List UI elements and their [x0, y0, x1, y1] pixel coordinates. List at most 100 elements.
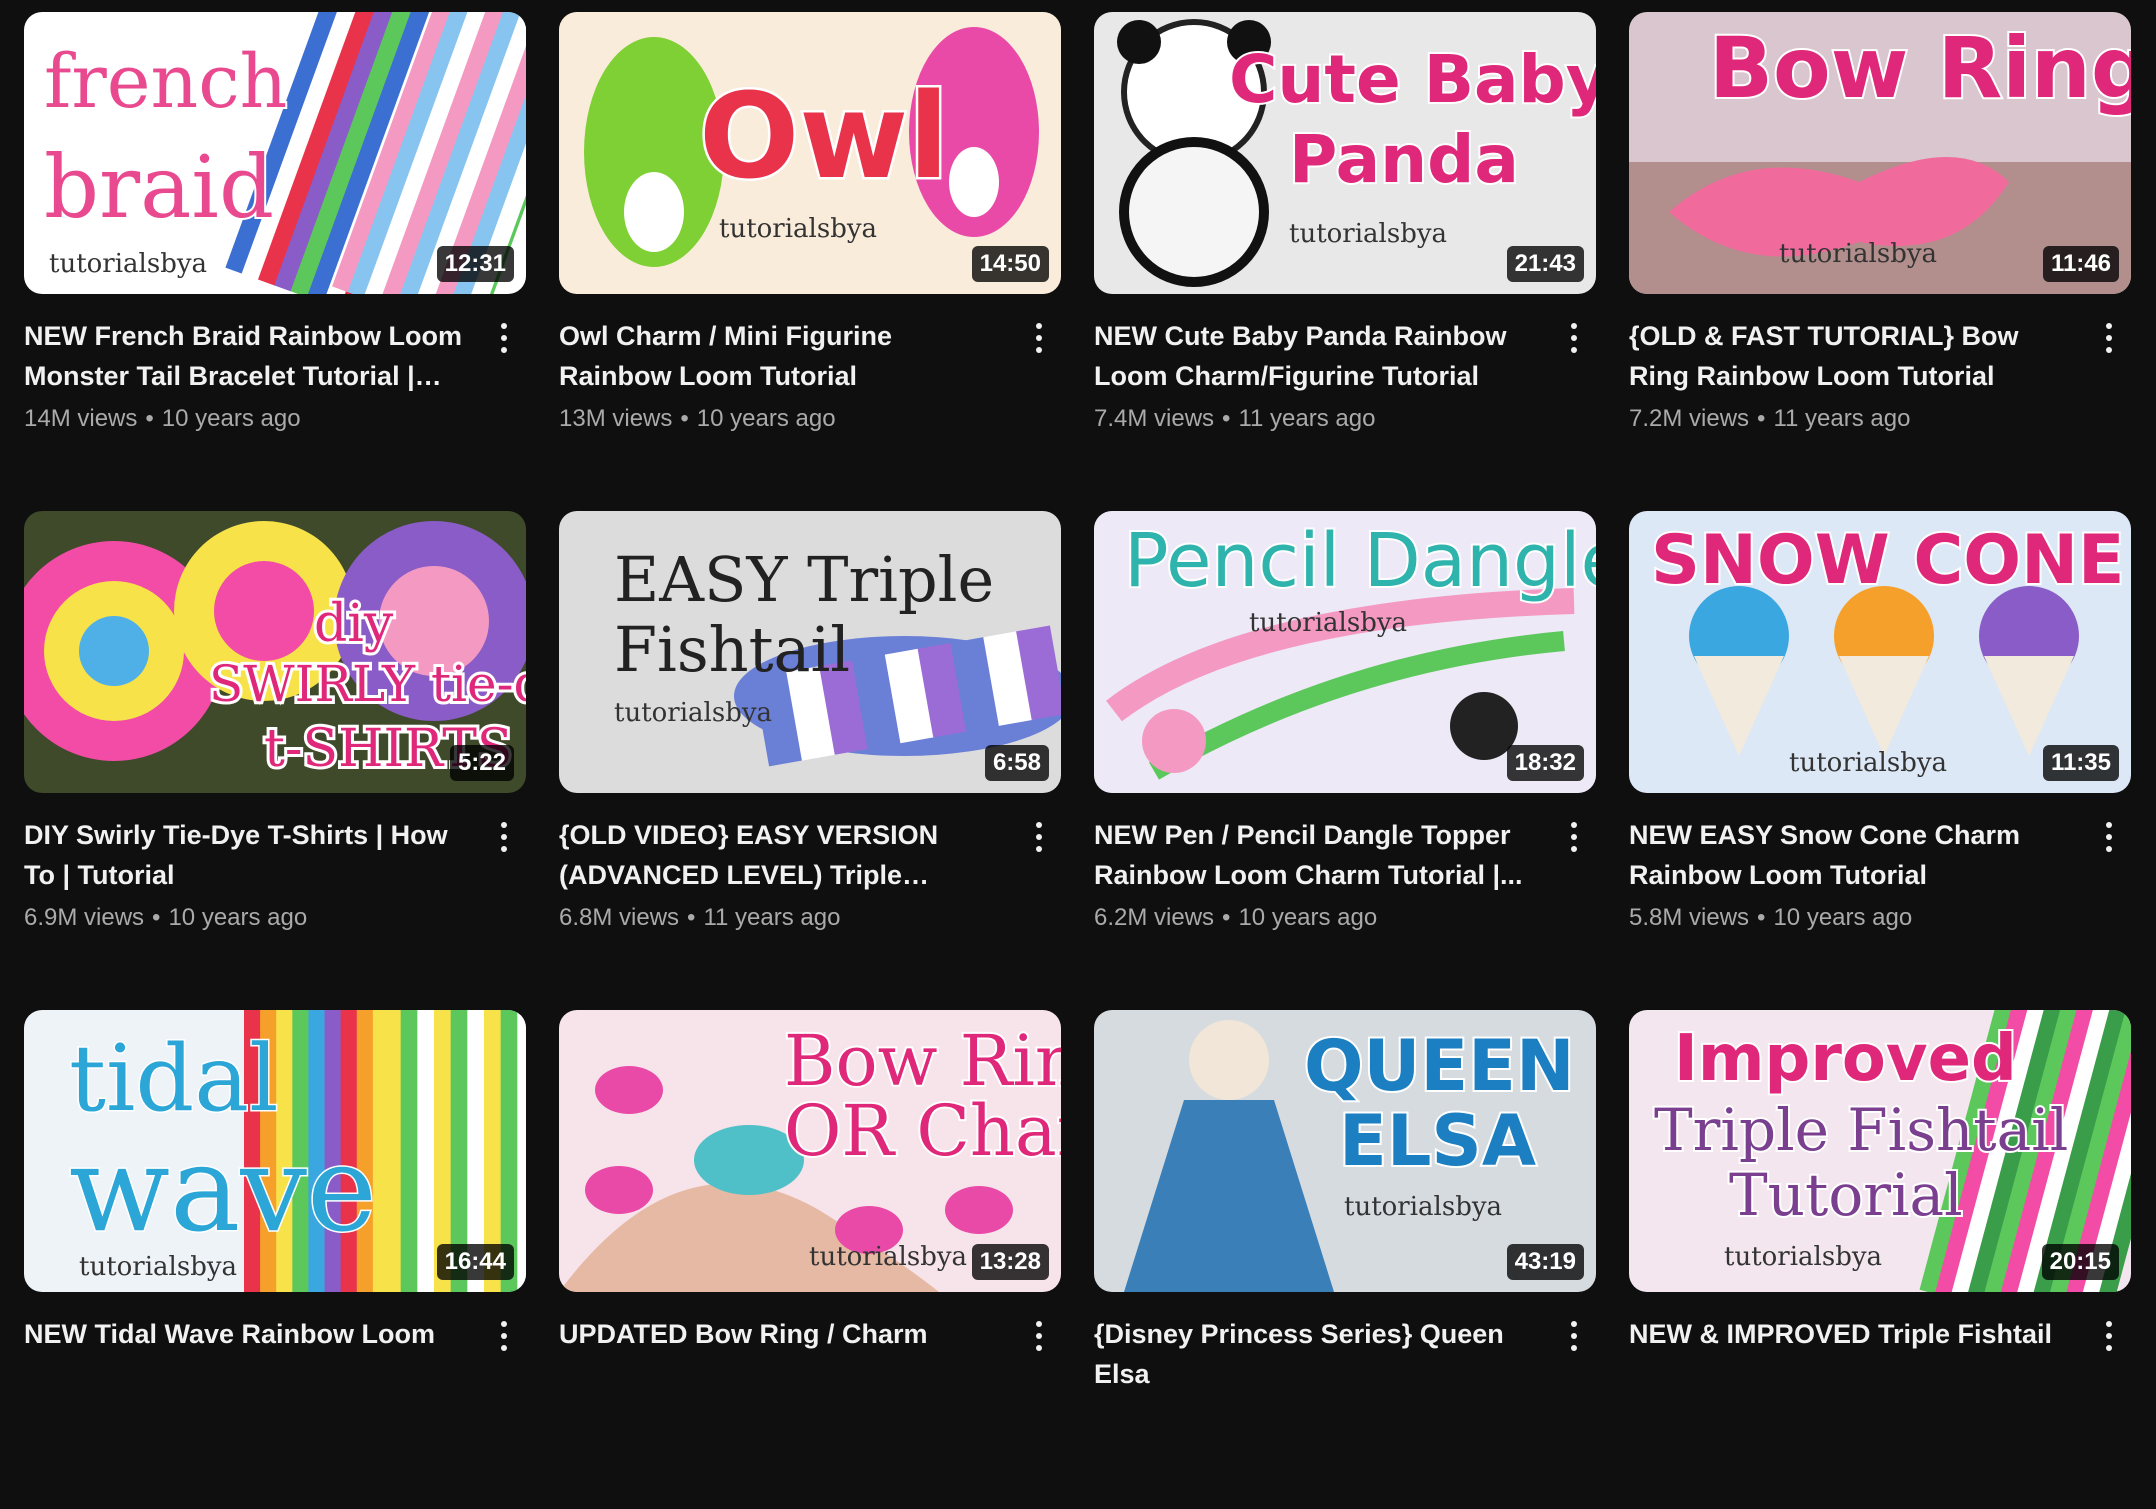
- video-card: Cute Baby Panda tutorialsbya 21:43 NEW Cute …: [1094, 12, 1596, 511]
- more-actions-icon[interactable]: [1019, 318, 1059, 358]
- video-details: NEW EASY Snow Cone Charm Rainbow Loom Tu…: [1629, 793, 2131, 933]
- video-thumbnail[interactable]: french braid tutorialsbya 12:31: [24, 12, 526, 294]
- upload-age: 11 years ago: [1238, 405, 1376, 432]
- duration-badge: 43:19: [1506, 1244, 1584, 1280]
- watermark-text: tutorialsbya: [809, 1242, 967, 1272]
- duration-badge: 12:31: [436, 246, 514, 282]
- video-details: {OLD & FAST TUTORIAL} Bow Ring Rainbow L…: [1629, 294, 2131, 434]
- thumbnail-text: ELSA: [1339, 1100, 1536, 1182]
- video-stats: 6.2M views • 10 years ago: [1094, 903, 1540, 933]
- video-thumbnail[interactable]: SNOW CONE tutorialsbya 11:35: [1629, 511, 2131, 793]
- thumbnail-text: Cute Baby: [1229, 41, 1596, 118]
- video-title[interactable]: NEW Pen / Pencil Dangle Topper Rainbow L…: [1094, 815, 1540, 895]
- thumbnail-text: Fishtail: [614, 613, 850, 686]
- video-stats: 6.8M views • 11 years ago: [559, 903, 1005, 933]
- video-title[interactable]: {OLD VIDEO} EASY VERSION (ADVANCED LEVEL…: [559, 815, 1005, 895]
- watermark-text: tutorialsbya: [614, 698, 772, 728]
- video-thumbnail[interactable]: tidal wave tutorialsbya 16:44: [24, 1010, 526, 1292]
- more-actions-icon[interactable]: [2089, 318, 2129, 358]
- video-card: Bow RingOR Charmtutorialsbya13:28UPDATED…: [559, 1010, 1061, 1509]
- video-details: {Disney Princess Series} Queen Elsa: [1094, 1292, 1596, 1394]
- thumbnail-text: Bow Ring: [1709, 19, 2131, 117]
- video-title[interactable]: NEW Cute Baby Panda Rainbow Loom Charm/F…: [1094, 316, 1540, 396]
- video-thumbnail[interactable]: Cute Baby Panda tutorialsbya 21:43: [1094, 12, 1596, 294]
- more-actions-icon[interactable]: [1019, 1316, 1059, 1356]
- watermark-text: tutorialsbya: [719, 214, 877, 244]
- duration-badge: 18:32: [1506, 745, 1584, 781]
- video-details: NEW & IMPROVED Triple Fishtail: [1629, 1292, 2131, 1354]
- video-card: SNOW CONE tutorialsbya 11:35 NEW EASY Snow …: [1629, 511, 2131, 1010]
- thumbnail-text: tidal: [69, 1025, 279, 1132]
- more-actions-icon[interactable]: [1554, 817, 1594, 857]
- video-details: {OLD VIDEO} EASY VERSION (ADVANCED LEVEL…: [559, 793, 1061, 933]
- upload-age: 10 years ago: [1773, 904, 1913, 931]
- watermark-text: tutorialsbya: [1344, 1192, 1502, 1222]
- thumbnail-text: french: [44, 39, 287, 125]
- separator-dot: •: [145, 405, 154, 432]
- watermark-text: tutorialsbya: [1779, 239, 1937, 269]
- more-actions-icon[interactable]: [484, 817, 524, 857]
- more-actions-icon[interactable]: [1554, 1316, 1594, 1356]
- duration-badge: 13:28: [971, 1244, 1049, 1280]
- video-title[interactable]: NEW Tidal Wave Rainbow Loom: [24, 1314, 470, 1354]
- more-actions-icon[interactable]: [2089, 817, 2129, 857]
- duration-badge: 6:58: [984, 745, 1049, 781]
- thumbnail-text: diy: [314, 594, 394, 654]
- video-details: NEW French Braid Rainbow Loom Monster Ta…: [24, 294, 526, 434]
- video-card: diySWIRLY tie-dyet-SHIRTS5:22 DIY Swirly …: [24, 511, 526, 1010]
- duration-badge: 21:43: [1506, 246, 1584, 282]
- more-actions-icon[interactable]: [484, 318, 524, 358]
- video-title[interactable]: DIY Swirly Tie-Dye T-Shirts | How To | T…: [24, 815, 470, 895]
- video-title[interactable]: UPDATED Bow Ring / Charm: [559, 1314, 1005, 1354]
- video-stats: 13M views • 10 years ago: [559, 404, 1005, 434]
- more-actions-icon[interactable]: [1554, 318, 1594, 358]
- video-stats: 7.2M views • 11 years ago: [1629, 404, 2075, 434]
- view-count: 5.8M views: [1629, 904, 1750, 931]
- video-details: DIY Swirly Tie-Dye T-Shirts | How To | T…: [24, 793, 526, 933]
- thumbnail-text: OR Charm: [784, 1090, 1061, 1172]
- watermark-text: tutorialsbya: [79, 1252, 237, 1282]
- video-stats: 14M views • 10 years ago: [24, 404, 470, 434]
- video-thumbnail[interactable]: Bow Ring tutorialsbya 11:46: [1629, 12, 2131, 294]
- video-title[interactable]: NEW EASY Snow Cone Charm Rainbow Loom Tu…: [1629, 815, 2075, 895]
- video-thumbnail[interactable]: Bow RingOR Charmtutorialsbya13:28: [559, 1010, 1061, 1292]
- video-card: Bow Ring tutorialsbya 11:46 {OLD & FAST TUT…: [1629, 12, 2131, 511]
- video-title[interactable]: NEW French Braid Rainbow Loom Monster Ta…: [24, 316, 470, 396]
- view-count: 7.4M views: [1094, 405, 1215, 432]
- video-stats: 7.4M views • 11 years ago: [1094, 404, 1540, 434]
- thumbnail-text: Owl: [699, 67, 949, 205]
- video-details: NEW Tidal Wave Rainbow Loom: [24, 1292, 526, 1354]
- video-title[interactable]: NEW & IMPROVED Triple Fishtail: [1629, 1314, 2075, 1354]
- video-title[interactable]: {OLD & FAST TUTORIAL} Bow Ring Rainbow L…: [1629, 316, 2075, 396]
- view-count: 6.2M views: [1094, 904, 1215, 931]
- video-details: NEW Cute Baby Panda Rainbow Loom Charm/F…: [1094, 294, 1596, 434]
- video-thumbnail[interactable]: diySWIRLY tie-dyet-SHIRTS5:22: [24, 511, 526, 793]
- video-thumbnail[interactable]: Pencil Dangle tutorialsbya 18:32: [1094, 511, 1596, 793]
- more-actions-icon[interactable]: [484, 1316, 524, 1356]
- video-thumbnail[interactable]: EASY Triple Fishtail tutorialsbya 6:58: [559, 511, 1061, 793]
- separator-dot: •: [687, 904, 696, 931]
- view-count: 7.2M views: [1629, 405, 1750, 432]
- more-actions-icon[interactable]: [2089, 1316, 2129, 1356]
- upload-age: 10 years ago: [168, 904, 308, 931]
- video-title[interactable]: {Disney Princess Series} Queen Elsa: [1094, 1314, 1540, 1394]
- view-count: 6.8M views: [559, 904, 680, 931]
- video-thumbnail[interactable]: Owl tutorialsbya 14:50: [559, 12, 1061, 294]
- video-title[interactable]: Owl Charm / Mini Figurine Rainbow Loom T…: [559, 316, 1005, 396]
- video-thumbnail[interactable]: QUEEN ELSA tutorialsbya 43:19: [1094, 1010, 1596, 1292]
- thumbnail-text: SNOW CONE: [1651, 521, 2124, 600]
- thumbnail-text: Tutorial: [1729, 1161, 1963, 1229]
- video-details: NEW Pen / Pencil Dangle Topper Rainbow L…: [1094, 793, 1596, 933]
- video-stats: 5.8M views • 10 years ago: [1629, 903, 2075, 933]
- separator-dot: •: [1222, 405, 1231, 432]
- upload-age: 10 years ago: [696, 405, 836, 432]
- thumbnail-text: Pencil Dangle: [1124, 518, 1596, 604]
- watermark-text: tutorialsbya: [1249, 608, 1407, 638]
- video-thumbnail[interactable]: Improved Triple Fishtail Tutorial tutorials…: [1629, 1010, 2131, 1292]
- duration-badge: 14:50: [971, 246, 1049, 282]
- more-actions-icon[interactable]: [1019, 817, 1059, 857]
- video-card: EASY Triple Fishtail tutorialsbya 6:58 {OLD …: [559, 511, 1061, 1010]
- thumbnail-text: Improved: [1674, 1022, 2017, 1096]
- upload-age: 10 years ago: [161, 405, 301, 432]
- watermark-text: tutorialsbya: [1789, 748, 1947, 778]
